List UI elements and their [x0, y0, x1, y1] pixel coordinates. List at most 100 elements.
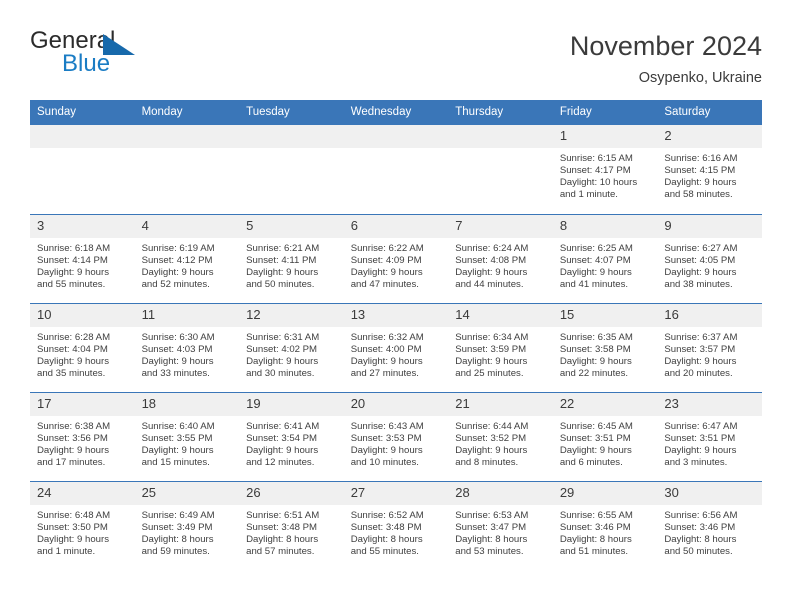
calendar-day-cell[interactable]: 30 Sunrise: 6:56 AM Sunset: 3:46 PM Dayligh… — [657, 480, 762, 570]
daylight-duration-line1: Daylight: 9 hours — [141, 266, 214, 278]
day-number: 26 — [239, 481, 344, 505]
day-number: 10 — [30, 303, 135, 327]
calendar-day-cell[interactable]: 20 Sunrise: 6:43 AM Sunset: 3:53 PM Dayligh… — [343, 391, 449, 481]
daylight-duration-line1: Daylight: 9 hours — [350, 444, 423, 456]
calendar-day-cell[interactable]: 10 Sunrise: 6:28 AM Sunset: 4:04 PM Dayligh… — [30, 302, 135, 392]
calendar-day-cell[interactable]: 27 Sunrise: 6:52 AM Sunset: 3:48 PM Dayligh… — [343, 480, 449, 570]
daylight-duration-line1: Daylight: 9 hours — [455, 355, 528, 367]
sunrise-time: Sunrise: 6:55 AM — [559, 509, 633, 521]
sunset-time: Sunset: 4:03 PM — [141, 343, 213, 355]
daylight-duration-line2: and 1 minute. — [559, 189, 618, 201]
day-number: 6 — [343, 214, 449, 238]
calendar-week-row: 10 Sunrise: 6:28 AM Sunset: 4:04 PM Dayligh… — [30, 302, 762, 392]
day-details: Sunrise: 6:22 AM Sunset: 4:09 PM Daylight:… — [344, 238, 449, 291]
day-details: Sunrise: 6:18 AM Sunset: 4:14 PM Daylight:… — [30, 238, 135, 291]
calendar-day-cell-empty — [134, 125, 240, 214]
daylight-duration-line2: and 6 minutes. — [559, 456, 623, 468]
calendar-day-cell[interactable]: 9 Sunrise: 6:27 AM Sunset: 4:05 PM Daylight… — [657, 213, 762, 303]
logo-text-blue: Blue — [62, 50, 111, 77]
sunrise-time: Sunrise: 6:27 AM — [664, 242, 738, 254]
calendar-day-cell[interactable]: 5 Sunrise: 6:21 AM Sunset: 4:11 PM Daylight… — [239, 213, 344, 303]
sunset-time: Sunset: 4:17 PM — [559, 165, 631, 177]
day-details: Sunrise: 6:21 AM Sunset: 4:11 PM Daylight:… — [239, 238, 344, 291]
calendar-day-cell[interactable]: 3 Sunrise: 6:18 AM Sunset: 4:14 PM Daylight… — [30, 213, 135, 303]
sunrise-time: Sunrise: 6:47 AM — [664, 420, 738, 432]
daylight-duration-line1: Daylight: 9 hours — [350, 266, 423, 278]
sunrise-time: Sunrise: 6:16 AM — [664, 153, 738, 164]
day-details: Sunrise: 6:34 AM Sunset: 3:59 PM Daylight:… — [448, 327, 553, 380]
day-number — [239, 125, 344, 148]
calendar-day-cell[interactable]: 12 Sunrise: 6:31 AM Sunset: 4:02 PM Dayligh… — [239, 302, 344, 392]
day-details: Sunrise: 6:25 AM Sunset: 4:07 PM Daylight:… — [553, 238, 658, 291]
daylight-duration-line1: Daylight: 8 hours — [559, 533, 632, 545]
calendar-day-cell[interactable]: 13 Sunrise: 6:32 AM Sunset: 4:00 PM Dayligh… — [343, 302, 449, 392]
sunrise-time: Sunrise: 6:37 AM — [664, 331, 738, 343]
daylight-duration-line1: Daylight: 8 hours — [141, 533, 214, 545]
day-details: Sunrise: 6:43 AM Sunset: 3:53 PM Daylight:… — [344, 416, 449, 469]
calendar-day-cell[interactable]: 26 Sunrise: 6:51 AM Sunset: 3:48 PM Dayligh… — [239, 480, 344, 570]
calendar-day-cell[interactable]: 23 Sunrise: 6:47 AM Sunset: 3:51 PM Dayligh… — [657, 391, 762, 481]
day-number: 13 — [343, 303, 449, 327]
day-number: 15 — [552, 303, 658, 327]
sunset-time: Sunset: 3:49 PM — [141, 521, 213, 533]
calendar-day-cell[interactable]: 6 Sunrise: 6:22 AM Sunset: 4:09 PM Daylight… — [343, 213, 449, 303]
daylight-duration-line2: and 50 minutes. — [246, 278, 315, 290]
calendar-day-cell[interactable]: 29 Sunrise: 6:55 AM Sunset: 3:46 PM Dayligh… — [552, 480, 658, 570]
calendar-day-cell[interactable]: 2 Sunrise: 6:16 AM Sunset: 4:15 PM Daylight… — [657, 125, 762, 214]
calendar-day-cell[interactable]: 24 Sunrise: 6:48 AM Sunset: 3:50 PM Dayligh… — [30, 480, 135, 570]
daylight-duration-line2: and 27 minutes. — [350, 367, 419, 379]
calendar-day-cell[interactable]: 25 Sunrise: 6:49 AM Sunset: 3:49 PM Dayligh… — [134, 480, 240, 570]
daylight-duration-line1: Daylight: 8 hours — [350, 533, 423, 545]
day-details: Sunrise: 6:48 AM Sunset: 3:50 PM Daylight:… — [30, 505, 135, 558]
daylight-duration-line1: Daylight: 9 hours — [559, 355, 632, 367]
sunrise-time: Sunrise: 6:41 AM — [246, 420, 320, 432]
day-number: 20 — [343, 392, 449, 416]
calendar-day-cell[interactable]: 11 Sunrise: 6:30 AM Sunset: 4:03 PM Dayligh… — [134, 302, 240, 392]
general-blue-logo[interactable]: General Blue — [30, 28, 190, 86]
calendar-day-cell[interactable]: 17 Sunrise: 6:38 AM Sunset: 3:56 PM Dayligh… — [30, 391, 135, 481]
calendar-day-cell[interactable]: 22 Sunrise: 6:45 AM Sunset: 3:51 PM Dayligh… — [552, 391, 658, 481]
day-number: 7 — [448, 214, 553, 238]
daylight-duration-line2: and 3 minutes. — [664, 456, 728, 468]
daylight-duration-line1: Daylight: 9 hours — [664, 444, 737, 456]
sunrise-time: Sunrise: 6:45 AM — [559, 420, 633, 432]
day-number: 4 — [134, 214, 240, 238]
sunset-time: Sunset: 4:00 PM — [350, 343, 422, 355]
daylight-duration-line2: and 33 minutes. — [141, 367, 210, 379]
daylight-duration-line2: and 55 minutes. — [37, 278, 106, 290]
sunrise-time: Sunrise: 6:52 AM — [350, 509, 424, 521]
sunrise-time: Sunrise: 6:19 AM — [141, 242, 215, 254]
daylight-duration-line2: and 47 minutes. — [350, 278, 419, 290]
calendar-day-cell[interactable]: 21 Sunrise: 6:44 AM Sunset: 3:52 PM Dayligh… — [448, 391, 553, 481]
calendar-week-row: 17 Sunrise: 6:38 AM Sunset: 3:56 PM Dayligh… — [30, 391, 762, 481]
calendar-day-cell[interactable]: 18 Sunrise: 6:40 AM Sunset: 3:55 PM Dayligh… — [134, 391, 240, 481]
daylight-duration-line2: and 59 minutes. — [141, 545, 210, 557]
calendar-day-cell[interactable]: 7 Sunrise: 6:24 AM Sunset: 4:08 PM Daylight… — [448, 213, 553, 303]
day-number: 12 — [239, 303, 344, 327]
day-details: Sunrise: 6:38 AM Sunset: 3:56 PM Daylight:… — [30, 416, 135, 469]
calendar-day-cell[interactable]: 14 Sunrise: 6:34 AM Sunset: 3:59 PM Dayligh… — [448, 302, 553, 392]
calendar-day-cell-empty — [30, 125, 135, 214]
calendar-day-cell[interactable]: 16 Sunrise: 6:37 AM Sunset: 3:57 PM Dayligh… — [657, 302, 762, 392]
day-number: 9 — [657, 214, 762, 238]
daylight-duration-line1: Daylight: 9 hours — [664, 355, 737, 367]
calendar-day-cell[interactable]: 19 Sunrise: 6:41 AM Sunset: 3:54 PM Dayligh… — [239, 391, 344, 481]
day-number — [134, 125, 240, 148]
calendar-day-cell[interactable]: 8 Sunrise: 6:25 AM Sunset: 4:07 PM Daylight… — [552, 213, 658, 303]
daylight-duration-line2: and 41 minutes. — [559, 278, 629, 290]
calendar-day-cell[interactable]: 15 Sunrise: 6:35 AM Sunset: 3:58 PM Dayligh… — [552, 302, 658, 392]
daylight-duration-line2: and 10 minutes. — [350, 456, 419, 468]
calendar-day-cell[interactable]: 1 Sunrise: 6:15 AM Sunset: 4:17 PM Daylight… — [552, 125, 658, 214]
daylight-duration-line2: and 50 minutes. — [664, 545, 733, 557]
calendar-table: Sunday Monday Tuesday Wednesday Thursday… — [30, 100, 762, 570]
sunset-time: Sunset: 3:52 PM — [455, 432, 527, 444]
sunrise-time: Sunrise: 6:53 AM — [455, 509, 529, 521]
daylight-duration-line1: Daylight: 9 hours — [664, 266, 737, 278]
calendar-day-cell[interactable]: 28 Sunrise: 6:53 AM Sunset: 3:47 PM Dayligh… — [448, 480, 553, 570]
title-block: November 2024 Osypenko, Ukraine — [570, 28, 762, 88]
calendar-day-cell-empty — [239, 125, 344, 214]
daylight-duration-line1: Daylight: 9 hours — [664, 177, 737, 189]
calendar-day-cell[interactable]: 4 Sunrise: 6:19 AM Sunset: 4:12 PM Daylight… — [134, 213, 240, 303]
sunset-time: Sunset: 3:59 PM — [455, 343, 527, 355]
weekday-header-monday: Monday — [134, 100, 240, 125]
